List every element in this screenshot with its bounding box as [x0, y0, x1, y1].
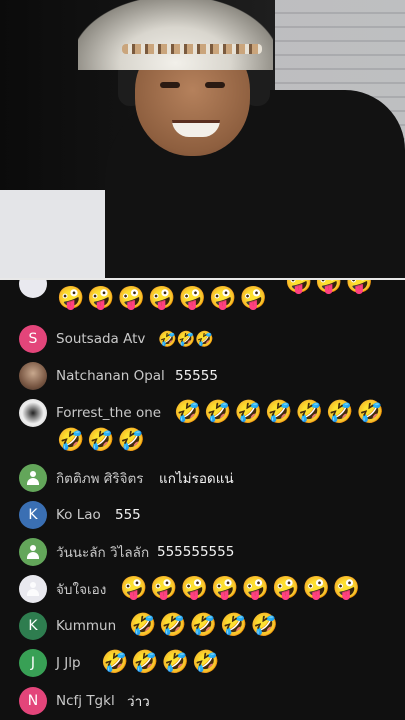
chat-message: J J Jlp 🤣 🤣 🤣 🤣: [0, 648, 405, 678]
emoji: 🤪: [57, 286, 85, 311]
emoji: 🤣: [57, 428, 85, 453]
chat-author-name: Soutsada Atv: [56, 331, 146, 347]
emoji: 🤪: [180, 576, 209, 601]
emoji: 🤣: [131, 650, 159, 675]
emoji: 🤣: [87, 428, 115, 453]
emoji: 🤣: [234, 400, 263, 425]
chat-message-text: 555: [115, 507, 141, 523]
chat-message-continuation: 🤣 🤣 🤣: [0, 426, 405, 456]
emoji: 🤪: [211, 576, 239, 601]
chat-author-name: จับใจเอง: [56, 582, 107, 598]
chat-author-name: กิตติภพ ศิริจิตร: [56, 471, 144, 487]
emoji: 🤣: [220, 613, 248, 638]
emoji-group: 🤪 🤪 🤪 🤪 🤪 🤪 🤪: [57, 286, 270, 312]
chat-message: K Ko Lao 555: [0, 500, 405, 530]
chat-message: Forrest_the one 🤣 🤣 🤣 🤣 🤣 🤣 🤣: [0, 398, 405, 428]
emoji: 🤣: [101, 650, 129, 675]
emoji: 🤪: [120, 576, 148, 601]
emoji: 🤣: [250, 613, 279, 638]
chat-author-name: Forrest_the one: [56, 405, 162, 421]
chat-author-name: Ko Lao: [56, 507, 101, 523]
emoji: 🤣: [192, 650, 220, 675]
emoji-group: 🤣 🤣 🤣 🤣 🤣 🤣 🤣: [174, 400, 387, 426]
emoji: 🤪: [241, 576, 270, 601]
person-icon: [26, 545, 40, 559]
chat-author-name: Natchanan Opal: [56, 368, 165, 384]
avatar-photo: [19, 399, 47, 427]
person-icon: [26, 471, 40, 485]
chat-message: K Kummun 🤣 🤣 🤣 🤣 🤣: [0, 611, 405, 641]
emoji: 🤪: [209, 286, 237, 311]
headdress-band: [122, 44, 262, 54]
chat-message-text: 55555: [175, 368, 218, 384]
chat-author-name: J Jlp: [56, 655, 81, 671]
streamer-eye-left: [160, 82, 180, 88]
emoji: 🤪: [148, 286, 176, 311]
feather-headdress: [78, 0, 273, 70]
avatar: N: [19, 687, 47, 715]
chat-message-partial-line2: 🤪 🤪 🤪 🤪 🤪 🤪 🤪: [0, 286, 405, 314]
emoji: 🤣: [265, 400, 293, 425]
avatar: [19, 464, 47, 492]
avatar: [19, 538, 47, 566]
emoji: 🤣: [161, 650, 190, 675]
emoji: 🤪: [239, 286, 267, 311]
live-chat-panel[interactable]: 🤪 🤪 🤪 🤪 🤪 🤪 🤪 🤪 🤪 🤪 S Soutsada Atv 🤣🤣🤣 Natchanan…: [0, 280, 405, 720]
emoji-group: 🤣 🤣 🤣 🤣: [101, 650, 223, 676]
chat-author-name: Kummun: [56, 618, 117, 634]
chat-message: กิตติภพ ศิริจิตร แกไม่รอดแน่: [0, 463, 405, 493]
emoji: 🤣: [117, 428, 146, 453]
avatar: [19, 575, 47, 603]
avatar-photo: [19, 362, 47, 390]
emoji: 🤣: [204, 400, 232, 425]
chat-message: S Soutsada Atv 🤣🤣🤣: [0, 324, 405, 354]
avatar: K: [19, 612, 47, 640]
emoji: 🤪: [150, 576, 178, 601]
avatar: J: [19, 649, 47, 677]
emoji: 🤪: [302, 576, 330, 601]
emoji: 🤪: [117, 286, 146, 311]
emoji-group: 🤪 🤪 🤪 🤪 🤪 🤪 🤪 🤪: [120, 576, 363, 602]
emoji: 🤪: [178, 286, 207, 311]
chat-message: จับใจเอง 🤪 🤪 🤪 🤪 🤪 🤪 🤪 🤪: [0, 574, 405, 604]
emoji: 🤪: [87, 286, 115, 311]
chat-message: N Ncfj Tgkl ว่าว: [0, 686, 405, 716]
emoji: 🤣: [356, 400, 384, 425]
live-video-feed[interactable]: [0, 0, 405, 278]
emoji: 🤣: [295, 400, 324, 425]
person-icon: [26, 582, 40, 596]
emoji: 🤣: [129, 613, 157, 638]
chat-author-name: Ncfj Tgkl: [56, 693, 115, 709]
chat-message-text: 🤣🤣🤣: [158, 330, 215, 348]
emoji-group: 🤣 🤣 🤣: [57, 428, 148, 454]
streamer-eye-right: [205, 82, 225, 88]
emoji: 🤣: [174, 400, 202, 425]
chat-message: Natchanan Opal 55555: [0, 361, 405, 391]
avatar: S: [19, 325, 47, 353]
emoji: 🤪: [332, 576, 361, 601]
chat-message-text: 555555555: [157, 544, 235, 560]
emoji: 🤣: [189, 613, 218, 638]
emoji: 🤣: [159, 613, 187, 638]
chat-author-name: วันนะลัก วิไลลัก: [56, 545, 150, 561]
chat-message-text: ว่าว: [127, 694, 150, 710]
emoji: 🤣: [326, 400, 354, 425]
chat-message-text: แกไม่รอดแน่: [159, 471, 234, 487]
emoji-group: 🤣 🤣 🤣 🤣 🤣: [129, 613, 281, 639]
chat-message: วันนะลัก วิไลลัก 555555555: [0, 537, 405, 567]
avatar: K: [19, 501, 47, 529]
emoji: 🤪: [272, 576, 300, 601]
